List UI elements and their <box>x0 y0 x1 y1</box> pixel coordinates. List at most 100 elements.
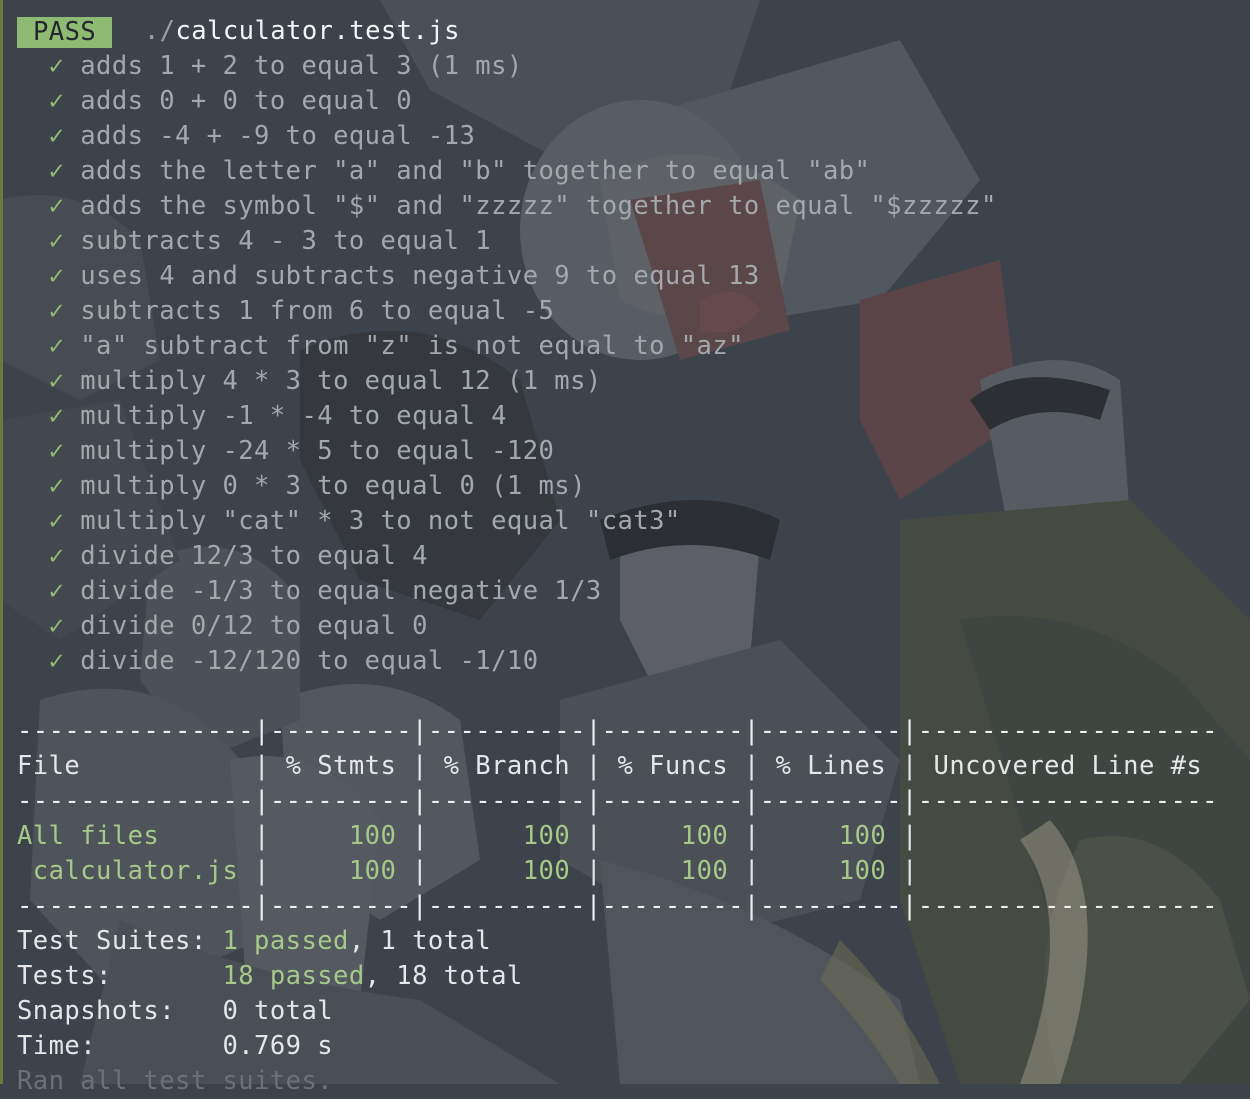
test-result: ✓ multiply -24 * 5 to equal -120 <box>17 434 554 469</box>
test-result: ✓ divide -12/120 to equal -1/10 <box>17 644 539 679</box>
check-icon: ✓ <box>48 296 65 326</box>
test-result: ✓ multiply 4 * 3 to equal 12 (1 ms) <box>17 364 602 399</box>
summary-passed: 1 passed <box>222 926 349 956</box>
summary-value: 0 total <box>222 996 334 1026</box>
coverage-file-name: All files <box>17 821 255 851</box>
coverage-stmts: 100 <box>269 856 413 886</box>
coverage-pipe: | <box>254 856 270 886</box>
summary-tests: Tests: 18 passed, 18 total <box>17 959 523 994</box>
test-name: subtracts 1 from 6 to equal -5 <box>80 296 555 326</box>
summary-passed: 18 passed <box>222 961 365 991</box>
test-result: ✓ subtracts 1 from 6 to equal -5 <box>17 294 554 329</box>
coverage-pipe: | <box>743 856 760 886</box>
test-name: divide -12/120 to equal -1/10 <box>80 646 539 676</box>
test-name: multiply -24 * 5 to equal -120 <box>80 436 555 466</box>
coverage-pipe: | <box>743 821 760 851</box>
file-path-prefix: ./ <box>143 16 176 46</box>
check-icon: ✓ <box>48 471 65 501</box>
test-name: multiply 4 * 3 to equal 12 (1 ms) <box>80 366 602 396</box>
summary-total: , 18 total <box>364 961 523 991</box>
test-name: divide 0/12 to equal 0 <box>80 611 428 641</box>
coverage-pipe: | <box>254 821 270 851</box>
coverage-pipe: | <box>585 821 602 851</box>
check-icon: ✓ <box>48 156 65 186</box>
check-icon: ✓ <box>48 576 65 606</box>
test-result: ✓ multiply 0 * 3 to equal 0 (1 ms) <box>17 469 586 504</box>
pass-badge: PASS <box>17 16 113 48</box>
terminal-left-edge <box>0 0 3 1084</box>
check-icon: ✓ <box>48 401 65 431</box>
coverage-branch: 100 <box>427 821 586 851</box>
check-icon: ✓ <box>48 506 65 536</box>
coverage-row-calculator: calculator.js | 100 | 100 | 100 | 100 | <box>17 854 918 889</box>
summary-label: Tests: <box>17 961 223 991</box>
summary-time: Time: 0.769 s <box>17 1029 333 1064</box>
test-result: ✓ divide 12/3 to equal 4 <box>17 539 428 574</box>
check-icon: ✓ <box>48 191 65 221</box>
check-icon: ✓ <box>48 261 65 291</box>
check-icon: ✓ <box>48 366 65 396</box>
test-file-header: PASS ./calculator.test.js <box>17 14 460 49</box>
coverage-lines: 100 <box>759 856 903 886</box>
test-file-name: calculator.test.js <box>175 16 460 46</box>
summary-total: , 1 total <box>348 926 492 956</box>
test-result: ✓ adds the letter "a" and "b" together t… <box>17 154 870 189</box>
coverage-pipe: | <box>585 856 602 886</box>
summary-snapshots: Snapshots: 0 total <box>17 994 333 1029</box>
test-name: multiply "cat" * 3 to not equal "cat3" <box>80 506 681 536</box>
test-result: ✓ adds the symbol "$" and "zzzzz" togeth… <box>17 189 997 224</box>
summary-label: Snapshots: <box>17 996 223 1026</box>
summary-label: Time: <box>17 1031 223 1061</box>
summary-value: 0.769 s <box>222 1031 334 1061</box>
coverage-pipe: | <box>412 821 428 851</box>
check-icon: ✓ <box>48 646 65 676</box>
test-name: multiply 0 * 3 to equal 0 (1 ms) <box>80 471 586 501</box>
test-name: divide -1/3 to equal negative 1/3 <box>80 576 602 606</box>
test-result: ✓ multiply -1 * -4 to equal 4 <box>17 399 507 434</box>
coverage-separator: ---------------|---------|----------|---… <box>17 716 1218 746</box>
test-name: adds the letter "a" and "b" together to … <box>80 156 871 186</box>
coverage-row-all-files: All files | 100 | 100 | 100 | 100 | <box>17 819 918 854</box>
test-result: ✓ divide -1/3 to equal negative 1/3 <box>17 574 602 609</box>
summary-footer: Ran all test suites. <box>17 1066 334 1096</box>
test-result: ✓ adds -4 + -9 to equal -13 <box>17 119 475 154</box>
coverage-pipe: | <box>902 821 918 851</box>
check-icon: ✓ <box>48 86 65 116</box>
test-result: ✓ subtracts 4 - 3 to equal 1 <box>17 224 491 259</box>
coverage-branch: 100 <box>427 856 586 886</box>
test-result: ✓ adds 0 + 0 to equal 0 <box>17 84 412 119</box>
check-icon: ✓ <box>48 541 65 571</box>
check-icon: ✓ <box>48 611 65 641</box>
test-name: "a" subtract from "z" is not equal to "a… <box>80 331 744 361</box>
test-name: adds -4 + -9 to equal -13 <box>80 121 476 151</box>
test-name: multiply -1 * -4 to equal 4 <box>80 401 507 431</box>
coverage-pipe: | <box>412 856 428 886</box>
test-name: adds 0 + 0 to equal 0 <box>80 86 413 116</box>
coverage-lines: 100 <box>759 821 903 851</box>
check-icon: ✓ <box>48 226 65 256</box>
coverage-separator: ---------------|---------|----------|---… <box>17 891 1218 921</box>
coverage-pipe: | <box>902 856 918 886</box>
coverage-funcs: 100 <box>601 821 744 851</box>
coverage-stmts: 100 <box>269 821 413 851</box>
test-result: ✓ multiply "cat" * 3 to not equal "cat3" <box>17 504 681 539</box>
coverage-separator: ---------------|---------|----------|---… <box>17 786 1218 816</box>
coverage-header-row: File | % Stmts | % Branch | % Funcs | % … <box>17 751 1218 781</box>
summary-label: Test Suites: <box>17 926 223 956</box>
test-result: ✓ divide 0/12 to equal 0 <box>17 609 428 644</box>
test-result: ✓ "a" subtract from "z" is not equal to … <box>17 329 744 364</box>
test-name: subtracts 4 - 3 to equal 1 <box>80 226 492 256</box>
test-result: ✓ adds 1 + 2 to equal 3 (1 ms) <box>17 49 523 84</box>
test-result: ✓ uses 4 and subtracts negative 9 to equ… <box>17 259 760 294</box>
test-name: adds the symbol "$" and "zzzzz" together… <box>80 191 997 221</box>
test-name: adds 1 + 2 to equal 3 (1 ms) <box>80 51 523 81</box>
check-icon: ✓ <box>48 121 65 151</box>
coverage-funcs: 100 <box>601 856 744 886</box>
test-name: divide 12/3 to equal 4 <box>80 541 428 571</box>
check-icon: ✓ <box>48 436 65 466</box>
check-icon: ✓ <box>48 51 65 81</box>
summary-test-suites: Test Suites: 1 passed, 1 total <box>17 924 491 959</box>
check-icon: ✓ <box>48 331 65 361</box>
test-name: uses 4 and subtracts negative 9 to equal… <box>80 261 760 291</box>
coverage-file-name: calculator.js <box>17 856 255 886</box>
